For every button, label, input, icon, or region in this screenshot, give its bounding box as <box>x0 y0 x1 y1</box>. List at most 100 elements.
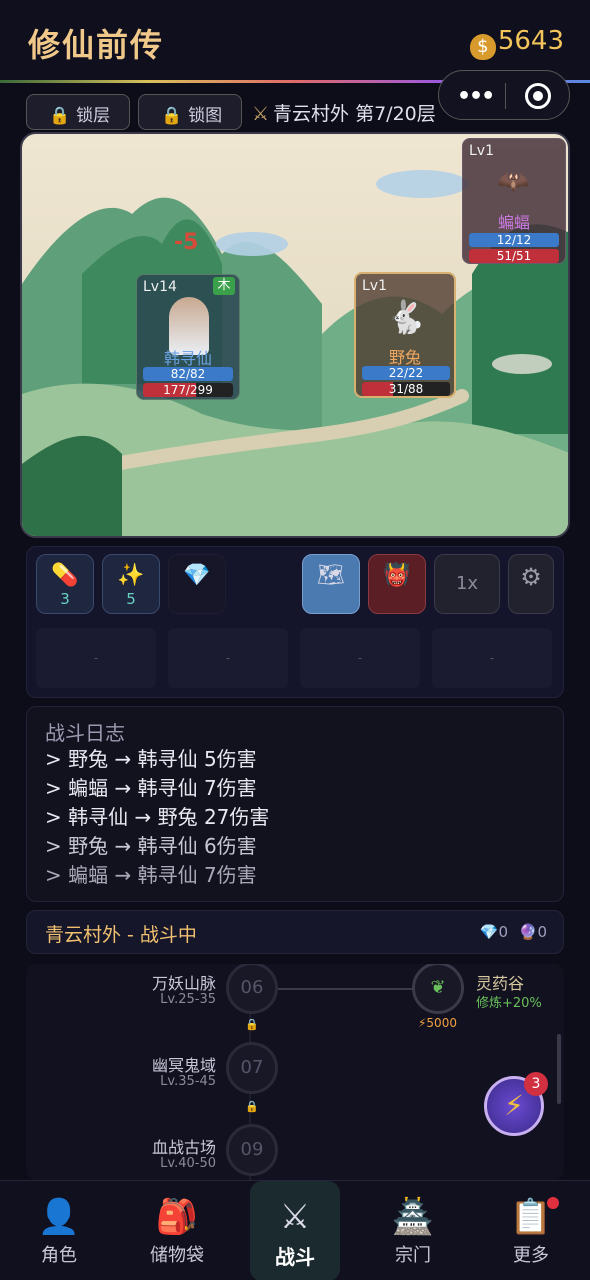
enemy-hp-text: 51/51 <box>496 249 532 263</box>
nav-label: 宗门 <box>395 1245 431 1266</box>
lock-map-label: 锁图 <box>188 106 223 126</box>
bottom-nav: 👤 角色 🎒 储物袋 ⚔ 战斗 🏯 宗门 📋 更多 <box>0 1180 590 1280</box>
log-line: > 蝙蝠 → 韩寻仙 7伤害 <box>45 863 257 887</box>
speed-button[interactable]: 1x <box>434 554 500 614</box>
enemy-card-bat[interactable]: Lv1 🦇 蝙蝠 12/12 51/51 <box>462 138 566 264</box>
region-level: Lv.40-50 <box>160 1156 216 1171</box>
close-target-icon[interactable] <box>525 83 551 109</box>
clipboard-icon: 📋 <box>509 1197 553 1237</box>
lock-map-button[interactable]: 🔒 锁图 <box>138 94 242 130</box>
battle-log: 战斗日志 > 野兔 → 韩寻仙 5伤害 > 蝙蝠 → 韩寻仙 7伤害 > 韩寻仙… <box>26 706 564 902</box>
scrollbar[interactable] <box>557 1034 561 1104</box>
nav-item-battle[interactable]: ⚔ 战斗 <box>250 1181 340 1280</box>
notification-dot <box>547 1197 559 1209</box>
region-name: 万妖山脉 <box>151 974 216 993</box>
battle-log-title: 战斗日志 <box>45 721 125 745</box>
location-text: 青云村外 第7/20层 <box>273 103 436 125</box>
gold-counter: $5643 <box>469 26 564 60</box>
diamond-icon: 💎 <box>479 923 499 941</box>
skill-slot[interactable]: - <box>36 628 156 688</box>
side-region-name: 灵药谷 <box>476 974 525 993</box>
log-line: > 韩寻仙 → 野兔 27伤害 <box>45 805 270 829</box>
player-name: 韩寻仙 <box>163 349 212 368</box>
miniprogram-capsule: ••• <box>438 70 570 120</box>
bat-icon: 🦇 <box>497 167 530 197</box>
sparkle-item-button[interactable]: ✨ 5 <box>102 554 160 614</box>
enemy-name: 野兔 <box>388 348 421 367</box>
enemy-mp-text: 22/22 <box>388 366 424 380</box>
lock-floor-label: 锁层 <box>76 106 111 126</box>
damage-popup: -5 <box>174 230 199 255</box>
side-region-bonus: 修炼+20% <box>476 996 542 1011</box>
log-line: > 野兔 → 韩寻仙 5伤害 <box>45 747 257 771</box>
enemy-name: 蝙蝠 <box>497 213 530 232</box>
nav-item-sect[interactable]: 🏯 宗门 <box>363 1181 463 1280</box>
settings-button[interactable]: ⚙ <box>508 554 554 614</box>
lock-icon: 🔒 <box>161 106 183 126</box>
pill-count: 3 <box>60 590 70 608</box>
region-node[interactable]: 09 <box>226 1124 278 1176</box>
player-hp-text: 177/299 <box>163 383 213 397</box>
boss-button[interactable]: 👹 <box>368 554 426 614</box>
pill-item-button[interactable]: 💊 3 <box>36 554 94 614</box>
nav-label: 角色 <box>41 1245 77 1266</box>
nav-label: 储物袋 <box>150 1245 204 1266</box>
lock-floor-button[interactable]: 🔒 锁层 <box>26 94 130 130</box>
skill-slot[interactable]: - <box>432 628 552 688</box>
map-button[interactable]: 🗺 <box>302 554 360 614</box>
region-name: 幽冥鬼域 <box>151 1056 216 1075</box>
region-map: 万妖山脉 Lv.25-35 06 🔒 幽冥鬼域 Lv.35-45 07 🔒 血战… <box>26 964 564 1180</box>
region-level: Lv.35-45 <box>160 1074 216 1089</box>
demon-mask-icon: 👹 <box>383 563 411 588</box>
player-level: Lv14 <box>143 279 177 295</box>
lock-icon: 🔒 <box>49 106 71 126</box>
player-card[interactable]: Lv14 木 韩寻仙 82/82 177/299 <box>136 274 240 400</box>
region-node[interactable]: 06 <box>226 964 278 1014</box>
side-region-node[interactable]: ❦ <box>412 964 464 1014</box>
notification-badge: 3 <box>524 1072 548 1096</box>
more-dots-icon[interactable]: ••• <box>457 84 495 109</box>
herb-icon: ❦ <box>430 977 446 998</box>
enemy-card-rabbit[interactable]: Lv1 🐇 野兔 22/22 31/88 <box>354 272 456 398</box>
speed-label: 1x <box>455 573 479 594</box>
capsule-divider <box>505 83 506 109</box>
player-mp-bar: 82/82 <box>143 367 233 381</box>
sparkle-count: 5 <box>126 590 136 608</box>
gem-count: 0 <box>498 923 508 941</box>
battle-scene: -5 Lv14 木 韩寻仙 82/82 177/299 Lv1 🐇 野兔 22/… <box>20 132 570 538</box>
lightning-icon: ⚡ <box>504 1089 524 1122</box>
backpack-icon: 🎒 <box>155 1197 199 1237</box>
log-line: > 蝙蝠 → 韩寻仙 7伤害 <box>45 776 257 800</box>
gem-item-button[interactable]: 💎 <box>168 554 226 614</box>
player-mp-text: 82/82 <box>170 367 206 381</box>
rabbit-icon: 🐇 <box>386 298 426 336</box>
lock-icon: 🔒 <box>245 1100 259 1113</box>
enemy-mp-bar: 12/12 <box>469 233 559 247</box>
log-line: > 野兔 → 韩寻仙 6伤害 <box>45 834 257 858</box>
map-icon: 🗺 <box>317 563 345 588</box>
skill-slot[interactable]: - <box>168 628 288 688</box>
enemy-hp-text: 31/88 <box>388 382 424 396</box>
skill-slot[interactable]: - <box>300 628 420 688</box>
map-path <box>276 988 416 990</box>
crossed-swords-icon: ⚔ <box>252 103 270 125</box>
enemy-mp-text: 12/12 <box>496 233 532 247</box>
nav-item-inventory[interactable]: 🎒 储物袋 <box>127 1181 227 1280</box>
region-name: 血战古场 <box>151 1138 216 1157</box>
nav-item-character[interactable]: 👤 角色 <box>9 1181 109 1280</box>
money-bag-icon: $ <box>469 34 496 60</box>
nav-item-more[interactable]: 📋 更多 <box>481 1181 581 1280</box>
battle-status-bar: 青云村外 - 战斗中 💎0 🔮0 <box>26 910 564 954</box>
region-node[interactable]: 07 <box>226 1042 278 1094</box>
orb-icon: 🔮 <box>518 923 538 941</box>
orb-count: 0 <box>537 923 547 941</box>
enemy-hp-bar: 51/51 <box>469 249 559 263</box>
element-badge: 木 <box>213 277 235 295</box>
status-text: 青云村外 - 战斗中 <box>45 924 197 946</box>
lock-icon: 🔒 <box>245 1018 259 1031</box>
side-region-cost: ⚡5000 <box>418 1016 457 1030</box>
enemy-level: Lv1 <box>469 143 494 159</box>
nav-label: 战斗 <box>275 1245 315 1269</box>
gear-icon: ⚙ <box>520 563 542 591</box>
sparkle-icon: ✨ <box>117 563 145 588</box>
